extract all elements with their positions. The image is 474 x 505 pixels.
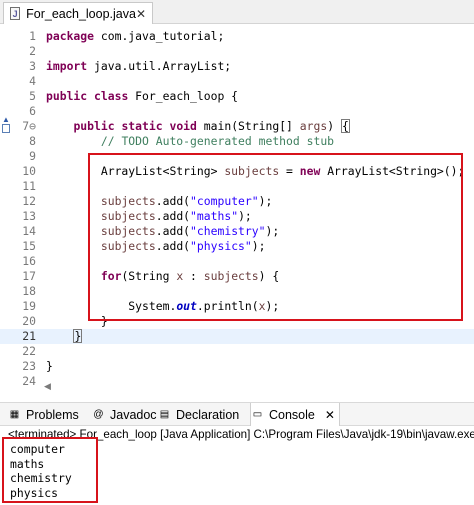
code-line[interactable]: 4	[0, 74, 474, 89]
code-text: }	[46, 359, 53, 373]
scroll-left-icon[interactable]: ◀	[44, 381, 51, 392]
tab-problems[interactable]: ▦ Problems	[8, 403, 79, 426]
tab-label: Javadoc	[110, 407, 157, 422]
line-number: 4	[29, 74, 36, 88]
code-line[interactable]: 22	[0, 344, 474, 359]
code-text: import java.util.ArrayList;	[46, 59, 232, 73]
tab-declaration[interactable]: ▤ Declaration	[158, 403, 239, 426]
line-number: 12	[22, 194, 36, 208]
line-number: 17	[22, 269, 36, 283]
problems-icon: ▦	[9, 408, 20, 420]
tab-label: Declaration	[176, 407, 240, 422]
code-line[interactable]: 21 }	[0, 329, 474, 344]
line-number: 21	[22, 329, 36, 343]
line-number: 11	[22, 179, 36, 193]
line-number: 14	[22, 224, 36, 238]
code-text: }	[73, 329, 83, 343]
code-text: public static void main(String[] args) {	[73, 119, 350, 133]
line-number: 23	[22, 359, 36, 373]
line-number: 22	[22, 344, 36, 358]
line-number: 2	[29, 44, 36, 58]
code-text: System.out.println(x);	[46, 299, 280, 313]
console-status: <terminated> For_each_loop [Java Applica…	[8, 428, 474, 441]
console-output: computer maths chemistry physics	[10, 442, 72, 500]
code-text: }	[46, 314, 108, 328]
code-line[interactable]: 3 import java.util.ArrayList;	[0, 59, 474, 74]
line-number: 8	[29, 134, 36, 148]
line-number: 20	[22, 314, 36, 328]
line-number: 7⊖	[22, 119, 36, 133]
console-output-line: computer	[10, 442, 65, 456]
views-tabbar: ▦ Problems @ Javadoc ▤ Declaration ▭ Console ✕	[0, 402, 474, 426]
code-line[interactable]: 12 subjects.add("computer");	[0, 194, 474, 209]
code-text: public class For_each_loop {	[46, 89, 239, 103]
tab-javadoc[interactable]: @ Javadoc	[92, 403, 157, 426]
code-text: ArrayList<String> subjects = new ArrayLi…	[46, 164, 465, 178]
console-output-line: chemistry	[10, 471, 72, 485]
code-text: subjects.add("physics");	[100, 239, 266, 253]
editor-tab-for-each-loop[interactable]: J For_each_loop.java ✕	[3, 2, 153, 24]
code-line[interactable]: 7⊖ public static void main(String[] args…	[0, 119, 474, 134]
code-text: subjects.add("chemistry");	[100, 224, 280, 238]
line-number: 1	[29, 29, 36, 43]
line-number: 9	[29, 149, 36, 163]
console-icon: ▭	[252, 408, 263, 420]
code-line[interactable]: 20 }	[0, 314, 474, 329]
code-line[interactable]: 1 package com.java_tutorial;	[0, 29, 474, 44]
line-number: 19	[22, 299, 36, 313]
code-line[interactable]: 14 subjects.add("chemistry");	[0, 224, 474, 239]
line-number: 5	[29, 89, 36, 103]
line-number: 10	[22, 164, 36, 178]
line-number: 24	[22, 374, 36, 388]
line-number: 3	[29, 59, 36, 73]
code-line[interactable]: 16	[0, 254, 474, 269]
tab-label: Console	[269, 407, 315, 422]
tab-console[interactable]: ▭ Console ✕	[250, 403, 340, 426]
line-number: 6	[29, 104, 36, 118]
java-file-icon: J	[10, 7, 21, 20]
code-editor[interactable]: ▲ 1 package com.java_tutorial; 2 3 import ja…	[0, 24, 474, 394]
line-number: 13	[22, 209, 36, 223]
console-output-line: maths	[10, 456, 45, 471]
code-line[interactable]: 2	[0, 44, 474, 59]
code-text: for(String x : subjects) {	[100, 269, 280, 283]
code-line[interactable]: 11	[0, 179, 474, 194]
close-icon[interactable]: ✕	[136, 7, 146, 21]
javadoc-icon: @	[93, 408, 104, 420]
tab-label: Problems	[26, 407, 79, 422]
code-line[interactable]: 6	[0, 104, 474, 119]
horizontal-scrollbar[interactable]: ◀	[38, 380, 474, 394]
code-line[interactable]: 17 for(String x : subjects) {	[0, 269, 474, 284]
console-output-line: physics	[10, 485, 59, 500]
declaration-icon: ▤	[159, 408, 170, 420]
code-text: package com.java_tutorial;	[46, 29, 225, 43]
code-text: subjects.add("computer");	[100, 194, 273, 208]
line-number: 15	[22, 239, 36, 253]
code-text: // TODO Auto-generated method stub	[100, 134, 335, 148]
code-line[interactable]: 18	[0, 284, 474, 299]
code-line[interactable]: 10 ArrayList<String> subjects = new Arra…	[0, 164, 474, 179]
editor-tabbar: J For_each_loop.java ✕	[0, 0, 474, 24]
code-line[interactable]: 13 subjects.add("maths");	[0, 209, 474, 224]
line-number: 16	[22, 254, 36, 268]
code-text: subjects.add("maths");	[100, 209, 252, 223]
code-line[interactable]: 9	[0, 149, 474, 164]
code-line[interactable]: 23}	[0, 359, 474, 374]
code-line[interactable]: 15 subjects.add("physics");	[0, 239, 474, 254]
editor-tab-title: For_each_loop.java	[26, 6, 136, 21]
code-line[interactable]: 19 System.out.println(x);	[0, 299, 474, 314]
code-line[interactable]: 8 // TODO Auto-generated method stub	[0, 134, 474, 149]
code-line[interactable]: 5 public class For_each_loop {	[0, 89, 474, 104]
line-number: 18	[22, 284, 36, 298]
close-icon[interactable]: ✕	[325, 408, 335, 422]
